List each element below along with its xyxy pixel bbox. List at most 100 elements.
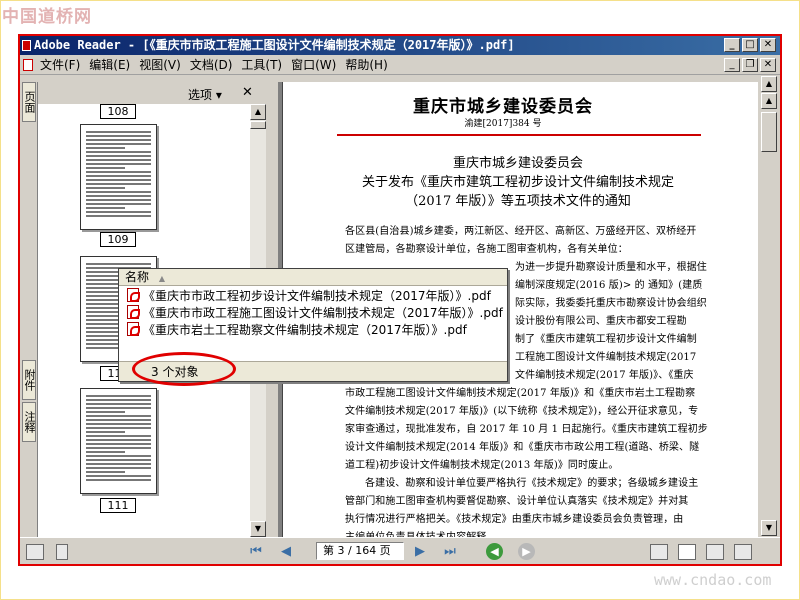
body-line: 设计文件编制技术规定(2014 年版)》和《重庆市市政公用工程(道路、桥梁、隧 <box>345 442 700 453</box>
go-back-icon[interactable]: ◀ <box>486 543 503 560</box>
facing-view-icon[interactable] <box>706 544 724 560</box>
scroll-down-arrow-icon[interactable]: ▼ <box>761 520 777 536</box>
thumbnail-text-line <box>86 403 151 405</box>
doc-close-button[interactable]: ✕ <box>760 58 776 72</box>
document-scroll-thumb[interactable] <box>761 112 777 152</box>
last-page-icon[interactable]: ⏭ <box>442 544 458 560</box>
page-label-111: 111 <box>100 498 136 513</box>
tab-pages[interactable]: 页面 <box>22 82 36 122</box>
next-page-icon[interactable]: ▶ <box>412 544 428 560</box>
organization-title: 重庆市城乡建设委员会 <box>413 97 593 117</box>
menu-item[interactable]: 帮助(H) <box>345 55 396 75</box>
name-column-header[interactable]: 名称 ▲ <box>119 269 507 286</box>
thumbnail-text-line <box>86 415 151 417</box>
menu-item[interactable]: 文件(F) <box>40 55 89 75</box>
thumbnail-text-line <box>86 163 151 165</box>
thumbnail-text-line <box>86 479 151 481</box>
thumbnail-text-line <box>86 395 151 397</box>
menu-bar: 文件(F) 编辑(E) 视图(V) 文档(D) 工具(T) 窗口(W) 帮助(H) _ ❐ … <box>20 55 780 75</box>
thumbnail-text-line <box>86 475 151 477</box>
thumbnail-text-line <box>86 199 151 201</box>
document-window-controls: _ ❐ ✕ <box>724 58 776 72</box>
scroll-down-arrow-icon[interactable]: ▼ <box>250 521 266 537</box>
body-line: 工程施工图设计文件编制技术规定(2017 <box>515 352 697 363</box>
menu-item[interactable]: 窗口(W) <box>291 55 345 75</box>
thumbnail-text-line <box>86 211 151 213</box>
go-forward-icon[interactable]: ▶ <box>518 543 535 560</box>
body-line: 为进一步提升勘察设计质量和水平，根据住 <box>515 262 707 273</box>
single-page-view-icon[interactable] <box>650 544 668 560</box>
body-line: 各建设、勘察和设计单位要严格执行《技术规定》的要求；各级城乡建设主 <box>365 478 699 489</box>
thumbnail-text-line <box>86 143 151 145</box>
thumbnail-text-line <box>86 419 151 421</box>
title-bar: Adobe Reader - [《重庆市市政工程施工图设计文件编制技术规定（20… <box>20 36 780 55</box>
tab-attachments[interactable]: 附件 <box>22 360 36 400</box>
thumbnail-text-line <box>86 451 125 453</box>
thumbnail-text-line <box>86 455 151 457</box>
thumbnail-text-line <box>86 443 151 445</box>
thumbnail-text-line <box>86 147 125 149</box>
red-rule <box>337 134 701 136</box>
menu-item[interactable]: 视图(V) <box>139 55 190 75</box>
menu-item[interactable]: 编辑(E) <box>89 55 139 75</box>
thumbnail-text-line <box>86 471 125 473</box>
document-info-icon[interactable] <box>56 544 68 560</box>
pdf-file-icon <box>127 322 140 336</box>
body-line: 主编单位负责具体技术内容解释。 <box>345 528 497 537</box>
reader-app-icon <box>22 40 31 51</box>
watermark-bottom: www.cndao.com <box>654 571 772 589</box>
body-line: 区建管局，各勘察设计单位，各施工图审查机构，各有关单位： <box>345 244 628 255</box>
attachment-file-name: 《重庆市市政工程施工图设计文件编制技术规定（2017年版）》.pdf <box>143 306 503 320</box>
document-scrollbar[interactable]: ▲ ▲ ▼ <box>758 76 780 537</box>
scroll-thumb[interactable] <box>250 121 266 129</box>
notice-line: （2017 年版）》等五项技术文件的通知 <box>405 194 631 209</box>
tab-comments[interactable]: 注释 <box>22 402 36 442</box>
body-line: 市政工程施工图设计文件编制技术规定(2017 年版)》和《重庆市岩土工程勘察 <box>345 388 696 399</box>
document-icon[interactable] <box>23 59 33 71</box>
body-line: 文件编制技术规定(2017 年版)》(以下统称《技术规定》)，经公开征求意见，专 <box>345 406 699 417</box>
window-title: Adobe Reader - [《重庆市市政工程施工图设计文件编制技术规定（20… <box>34 38 515 52</box>
attachment-file-name: 《重庆市岩土工程勘察文件编制技术规定（2017年版）》.pdf <box>143 323 467 337</box>
continuous-view-icon[interactable] <box>678 544 696 560</box>
body-line: 设计股份有限公司、重庆市都安工程勘 <box>515 316 687 327</box>
close-button[interactable]: ✕ <box>760 38 776 52</box>
previous-page-icon[interactable]: ◀ <box>278 544 294 560</box>
thumbnail-text-line <box>86 423 151 425</box>
minimize-button[interactable]: _ <box>724 38 740 52</box>
thumbnail-text-line <box>86 183 151 185</box>
menu-item[interactable]: 文档(D) <box>190 55 242 75</box>
menu-item[interactable]: 工具(T) <box>241 55 291 75</box>
page-thumbnail-109[interactable] <box>80 124 157 230</box>
scroll-up-arrow-icon[interactable]: ▲ <box>761 76 777 92</box>
thumbnail-text-line <box>86 439 151 441</box>
doc-restore-button[interactable]: ❐ <box>742 58 758 72</box>
name-column-label: 名称 <box>125 270 150 284</box>
page-up-arrow-icon[interactable]: ▲ <box>761 93 777 109</box>
continuous-facing-view-icon[interactable] <box>734 544 752 560</box>
thumbnail-text-line <box>86 215 151 217</box>
page-label-108: 108 <box>100 104 136 119</box>
attachment-file-name: 《重庆市市政工程初步设计文件编制技术规定（2017年版）》.pdf <box>143 289 491 303</box>
thumbnail-text-line <box>86 135 151 137</box>
thumbnail-text-line <box>86 139 151 141</box>
page-layout-icon[interactable] <box>26 544 44 560</box>
thumbnail-text-line <box>86 459 151 461</box>
page-label-109: 109 <box>100 232 136 247</box>
attachment-file-item[interactable]: 《重庆市岩土工程勘察文件编制技术规定（2017年版）》.pdf <box>127 322 467 339</box>
first-page-icon[interactable]: ⏮ <box>248 544 264 560</box>
page-number-field[interactable]: 第 3 / 164 页 <box>316 542 404 560</box>
body-line: 道工程)初步设计文件编制技术规定(2013 年版)》同时废止。 <box>345 460 619 471</box>
thumbnail-text-line <box>86 467 151 469</box>
thumbnail-text-line <box>86 175 151 177</box>
thumbnail-text-line <box>86 171 151 173</box>
attachment-file-item[interactable]: 《重庆市市政工程初步设计文件编制技术规定（2017年版）》.pdf <box>127 288 491 305</box>
attachment-file-item[interactable]: 《重庆市市政工程施工图设计文件编制技术规定（2017年版）》.pdf <box>127 305 503 322</box>
doc-minimize-button[interactable]: _ <box>724 58 740 72</box>
panel-close-icon[interactable]: ✕ <box>242 85 253 100</box>
body-line: 家审查通过，现批准发布，自 2017 年 10 月 1 日起施行。《重庆市建筑工… <box>345 424 708 435</box>
scroll-up-arrow-icon[interactable]: ▲ <box>250 104 266 120</box>
options-menu[interactable]: 选项 ▾ <box>188 86 222 103</box>
page-thumbnail-111[interactable] <box>80 388 157 494</box>
maximize-button[interactable]: □ <box>742 38 758 52</box>
thumbnail-text-line <box>86 435 151 437</box>
